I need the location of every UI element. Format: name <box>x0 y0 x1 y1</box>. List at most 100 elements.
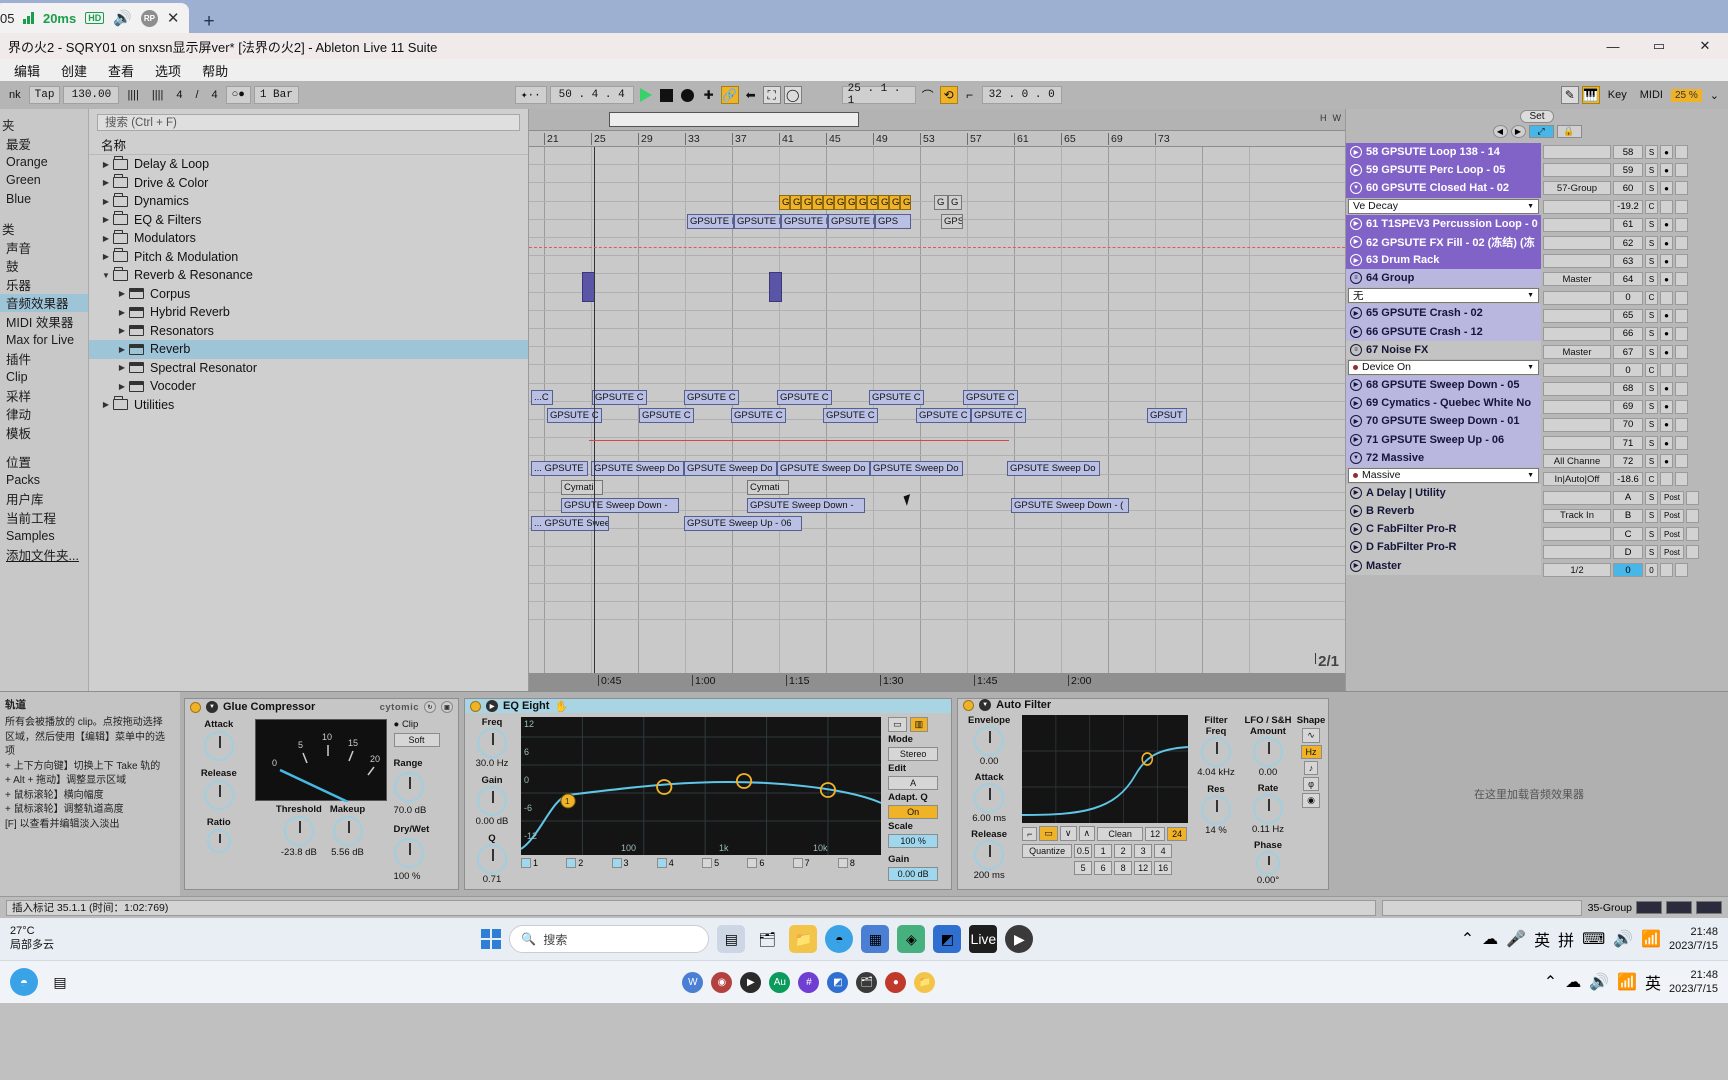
play-icon[interactable]: ▶ <box>1350 523 1362 536</box>
eq-analyze-icon[interactable]: ▭ <box>888 717 907 732</box>
af-slope-icon-1[interactable]: ⌐ <box>1022 826 1038 841</box>
group-icon[interactable]: ≡ <box>1350 343 1362 356</box>
af-quantize-4[interactable]: 4 <box>1154 844 1173 858</box>
app-au-icon[interactable]: Au <box>769 971 791 993</box>
track-io-select[interactable] <box>1543 145 1611 160</box>
places-item-10[interactable]: 音频效果器 <box>0 293 88 312</box>
store-icon[interactable]: ▦ <box>861 925 890 953</box>
play-icon[interactable]: ▶ <box>1350 486 1362 499</box>
app-hash-icon[interactable]: # <box>798 971 820 993</box>
menu-item-view[interactable]: 查看 <box>108 61 134 80</box>
bar-ruler[interactable]: 21 25 29 33 37 41 45 49 53 57 61 65 69 73 <box>529 131 1345 147</box>
track-volume-value[interactable]: 67 <box>1613 345 1643 360</box>
eq-band-toggle-2[interactable] <box>566 858 577 868</box>
track-lane[interactable] <box>529 256 1345 275</box>
track-solo-button[interactable]: S <box>1645 145 1658 160</box>
arrangement-clip[interactable]: G| <box>845 195 856 210</box>
browser-item-7[interactable]: ▶ Corpus <box>89 285 528 304</box>
track-io-select[interactable] <box>1543 254 1611 269</box>
browser-item-9[interactable]: ▶ Resonators <box>89 322 528 341</box>
chevron-down-icon[interactable]: ▼ <box>1527 364 1534 371</box>
places-item-22[interactable]: 当前工程 <box>0 508 88 527</box>
browser-item-10[interactable]: ▶ Reverb <box>89 340 528 359</box>
menu-item-create[interactable]: 创建 <box>61 61 87 80</box>
punch-icon[interactable]: ✦·· <box>514 86 547 104</box>
chevron-down-icon[interactable]: ▼ <box>1527 292 1534 299</box>
track-lane[interactable] <box>529 165 1345 184</box>
track-volume-value[interactable]: -18.6 <box>1613 472 1643 487</box>
chevron-right-icon[interactable]: ▶ <box>115 382 129 391</box>
track-lane[interactable] <box>529 365 1345 384</box>
places-item-8[interactable]: 鼓 <box>0 257 88 276</box>
glue-save-icon[interactable]: ▣ <box>441 701 453 713</box>
arrangement-clip[interactable]: GPSUTE C <box>592 390 647 405</box>
tray-volume-icon[interactable]: 🔊 <box>1613 929 1633 949</box>
eq-fold-icon[interactable]: ▶ <box>486 700 498 712</box>
track-row[interactable]: ▶ 63 Drum Rack <box>1346 250 1541 270</box>
track-device-select[interactable]: Device On ▼ <box>1348 359 1539 375</box>
taskbar2-clock[interactable]: 21:48 2023/7/15 <box>1669 968 1718 997</box>
group-icon[interactable]: ≡ <box>1350 272 1362 285</box>
play-icon[interactable]: ▶ <box>1350 235 1362 248</box>
menu-item-edit[interactable]: 编辑 <box>14 61 40 80</box>
af-res-knob[interactable] <box>1201 795 1231 825</box>
app-folder2-icon[interactable]: 🗂 <box>856 971 878 993</box>
track-lane[interactable] <box>529 274 1345 293</box>
glue-fold-icon[interactable]: ▼ <box>206 701 218 713</box>
af-quantize-16[interactable]: 16 <box>1154 861 1173 875</box>
track-io-select[interactable] <box>1543 308 1611 323</box>
play-icon[interactable]: ▶ <box>1350 164 1362 177</box>
track-io-select[interactable] <box>1543 326 1611 341</box>
eq-adaptq-toggle[interactable]: On <box>888 805 939 819</box>
play-icon[interactable]: ▶ <box>1350 325 1362 338</box>
arrangement-clip[interactable]: GPSUTE Sweep Down - <box>747 498 865 513</box>
arrangement-clip[interactable]: GPSUTE Sweep Do <box>1007 461 1100 476</box>
glue-attack-knob[interactable] <box>203 731 234 761</box>
track-lane[interactable] <box>529 147 1345 166</box>
app-icon-1[interactable]: ◈ <box>897 925 926 953</box>
play-icon[interactable]: ▶ <box>1350 433 1362 446</box>
eq-q-knob[interactable] <box>477 844 507 874</box>
af-quantize-12[interactable]: 12 <box>1134 861 1153 875</box>
track-row[interactable]: ▶ 58 GPSUTE Loop 138 - 14 <box>1346 143 1541 162</box>
metronome-icon-b[interactable]: |||| <box>147 89 168 101</box>
track-lane[interactable] <box>529 511 1345 530</box>
tray2-ime-label[interactable]: 英 <box>1645 970 1661 994</box>
chevron-down-icon[interactable]: ▼ <box>99 271 113 280</box>
glue-ratio-knob[interactable] <box>206 829 231 853</box>
record-button[interactable] <box>679 86 697 104</box>
follow-toggle-icon[interactable]: ○● <box>225 86 251 104</box>
tray2-volume-icon[interactable]: 🔊 <box>1589 972 1609 992</box>
eq-freq-knob[interactable] <box>477 728 507 758</box>
track-solo-button[interactable]: S <box>1645 399 1658 414</box>
taskbar-clock[interactable]: 21:48 2023/7/15 <box>1669 925 1718 954</box>
arrangement-clip[interactable]: GPSUTE Sweep Do <box>777 461 870 476</box>
places-item-20[interactable]: Packs <box>0 471 88 490</box>
glue-drywet-knob[interactable] <box>393 838 424 868</box>
play-icon[interactable]: ▶ <box>1350 505 1362 518</box>
time-sig-numerator[interactable]: 4 <box>171 89 187 101</box>
follow-view-icon[interactable]: ⛶ <box>762 86 781 104</box>
af-amount-knob[interactable] <box>1253 737 1283 767</box>
track-solo-button[interactable]: S <box>1645 436 1658 451</box>
ime-mode-label[interactable]: 拼 <box>1558 927 1574 951</box>
track-io-select[interactable]: Track In <box>1543 508 1611 523</box>
browser-item-0[interactable]: ▶ Delay & Loop <box>89 155 528 174</box>
track-io-select[interactable] <box>1543 399 1611 414</box>
play-icon[interactable]: ▶ <box>1350 254 1362 267</box>
glue-power-icon[interactable] <box>190 701 201 713</box>
set-button[interactable]: Set <box>1520 110 1554 123</box>
eq-spectrum-icon[interactable]: ▥ <box>909 717 929 732</box>
tap-tempo-button[interactable]: Tap <box>28 86 61 104</box>
af-shape-icon[interactable]: ∿ <box>1302 728 1320 743</box>
track-solo-button[interactable]: S <box>1645 508 1658 523</box>
arrangement-clip[interactable]: G| <box>823 195 834 210</box>
places-item-14[interactable]: Clip <box>0 368 88 387</box>
arrangement-clip[interactable] <box>769 272 782 302</box>
track-lane[interactable] <box>529 602 1345 621</box>
stop-button[interactable] <box>658 86 676 104</box>
track-volume-value[interactable]: 0 <box>1613 363 1643 378</box>
af-quantize-toggle[interactable]: Quantize <box>1022 844 1073 858</box>
ableton-live-icon[interactable]: Live <box>969 925 998 953</box>
loop-length-field[interactable]: 32 . 0 . 0 <box>981 86 1062 104</box>
